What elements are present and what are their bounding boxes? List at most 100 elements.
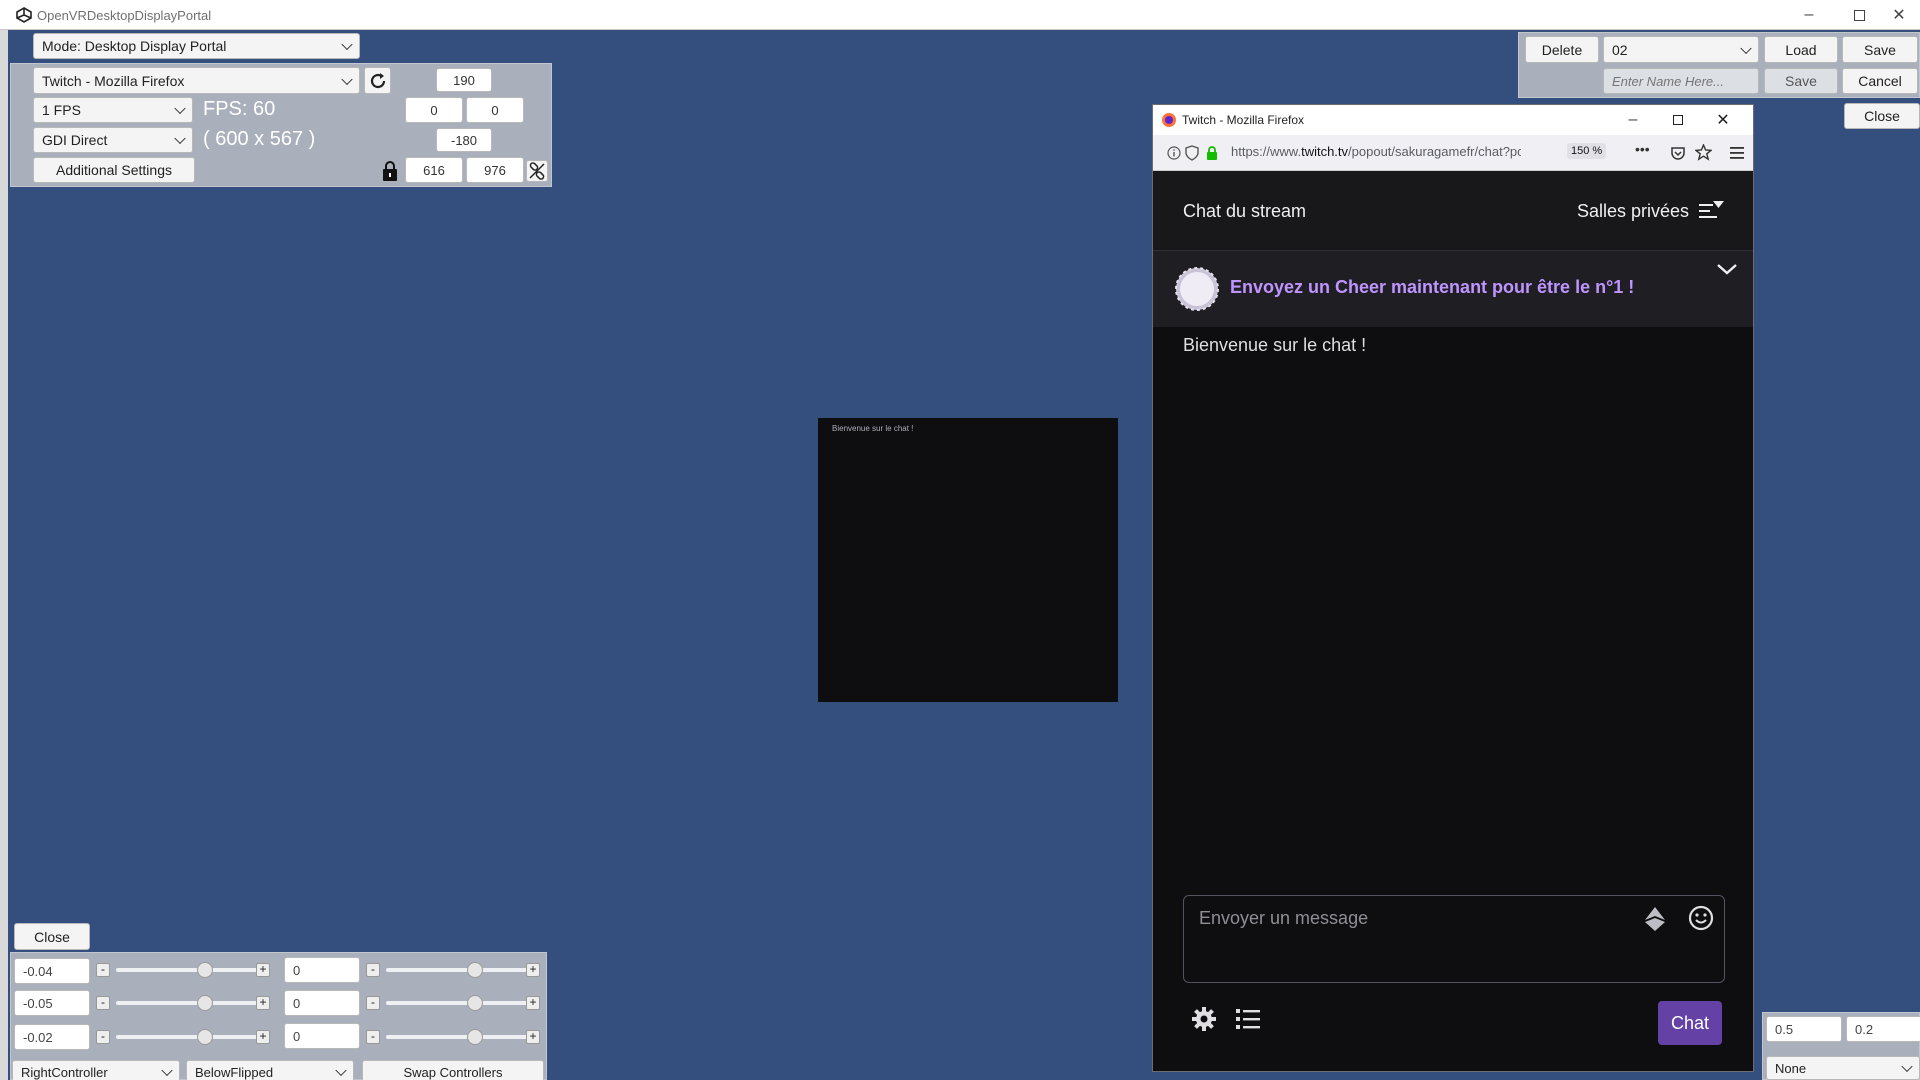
window-dropdown[interactable]: Twitch - Mozilla Firefox [33,67,360,94]
fps-label: FPS: 60 [203,98,276,120]
offset-right-field[interactable]: 0 [284,957,360,983]
ff-minimize-button[interactable]: – [1613,105,1653,135]
left-offset-slider[interactable] [116,962,260,978]
offset-close-button[interactable]: Close [14,923,90,950]
right-offset-slider[interactable] [386,1029,530,1045]
gear-icon[interactable] [1191,1006,1217,1032]
unlink-icon [529,162,545,180]
left-slider-minus-button[interactable]: - [96,996,110,1010]
close-panel-button[interactable]: Close [1844,103,1920,129]
hamburger-menu-icon[interactable] [1730,146,1744,160]
refresh-button[interactable] [364,67,391,94]
list-icon[interactable] [1235,1007,1261,1031]
left-slider-minus-button[interactable]: - [96,963,110,977]
cheer-badge-icon [1175,267,1219,311]
height-field[interactable]: 976 [466,157,524,183]
chat-header: Chat du stream Salles privées [1153,171,1753,251]
right-offset-slider[interactable] [386,995,530,1011]
unlink-button[interactable] [526,160,548,182]
slider-thumb[interactable] [196,962,213,978]
left-slider-plus-button[interactable]: + [256,996,270,1010]
url-path: /popout/sakuragamefr/chat?po [1348,144,1521,159]
offset-right-field[interactable]: 0 [284,990,360,1016]
ff-close-button[interactable]: ✕ [1703,105,1743,135]
left-border [0,30,8,1080]
minimize-icon: – [1628,111,1638,128]
save-name-button[interactable]: Save [1764,68,1838,94]
chevron-down-icon [1901,1060,1913,1073]
emote-icon[interactable] [1687,904,1715,932]
rotation-field[interactable]: -180 [436,128,492,152]
controller-dropdown[interactable]: RightController [12,1060,180,1080]
page-actions-icon[interactable]: ••• [1635,141,1650,157]
right-slider-minus-button[interactable]: - [366,996,380,1010]
position-x-field[interactable]: 0 [405,97,463,123]
bottom-right-dropdown[interactable]: None [1766,1056,1920,1080]
rooms-sort-icon[interactable] [1697,199,1725,223]
left-offset-slider[interactable] [116,995,260,1011]
right-slider-minus-button[interactable]: - [366,1030,380,1044]
close-window-button[interactable]: ✕ [1876,0,1920,30]
right-slider-minus-button[interactable]: - [366,963,380,977]
profile-dropdown[interactable]: 02 [1603,36,1759,63]
maximize-icon [1853,9,1865,21]
slider-thumb[interactable] [466,1029,483,1045]
load-profile-button[interactable]: Load [1764,36,1838,63]
scale-a-field[interactable]: 0.5 [1766,1016,1842,1042]
offset-left-field[interactable]: -0.04 [14,958,90,984]
profile-value: 02 [1612,41,1628,58]
cancel-button[interactable]: Cancel [1842,68,1918,94]
collapse-chevron-icon[interactable] [1715,261,1739,277]
position-y-field[interactable]: 0 [466,97,524,123]
slider-thumb[interactable] [466,962,483,978]
close-icon: ✕ [1716,112,1730,129]
slider-thumb[interactable] [466,995,483,1011]
mode-value: Mode: Desktop Display Portal [42,38,227,54]
attach-position-dropdown[interactable]: BelowFlipped [186,1060,354,1080]
firefox-logo-icon [1162,113,1176,127]
slider-thumb[interactable] [196,1029,213,1045]
right-slider-plus-button[interactable]: + [526,1030,540,1044]
chevron-down-icon [335,1064,347,1077]
delete-profile-button[interactable]: Delete [1525,36,1599,63]
pocket-icon[interactable] [1670,145,1686,161]
offset-left-field[interactable]: -0.02 [14,1024,90,1050]
width-field[interactable]: 616 [405,157,463,183]
bits-icon[interactable] [1644,906,1666,932]
lock-toggle[interactable] [380,160,400,182]
chat-message-input[interactable]: Envoyer un message [1183,895,1725,983]
star-icon[interactable] [1695,144,1712,161]
private-rooms-button[interactable]: Salles privées [1577,201,1689,222]
preview-text: Bienvenue sur le chat ! [832,424,914,433]
left-offset-slider[interactable] [116,1029,260,1045]
save-profile-button[interactable]: Save [1842,36,1918,63]
window-value: Twitch - Mozilla Firefox [42,72,185,89]
left-slider-plus-button[interactable]: + [256,963,270,977]
zoom-indicator[interactable]: 150 % [1567,143,1607,159]
chat-send-button[interactable]: Chat [1658,1001,1722,1045]
scale-b-field[interactable]: 0.2 [1846,1016,1920,1042]
capture-method-dropdown[interactable]: GDI Direct [33,127,193,153]
firefox-title-bar: Twitch - Mozilla Firefox – ✕ [1153,105,1753,135]
right-slider-plus-button[interactable]: + [526,963,540,977]
firefox-url-bar[interactable]: https://www.twitch.tv/popout/sakuragamef… [1153,135,1753,171]
url-prefix: https://www. [1231,144,1302,159]
url-text[interactable]: https://www.twitch.tv/popout/sakuragamef… [1231,144,1521,159]
minimize-button[interactable]: – [1786,0,1832,30]
slider-thumb[interactable] [196,995,213,1011]
fps-dropdown[interactable]: 1 FPS [33,97,193,123]
right-offset-slider[interactable] [386,962,530,978]
left-slider-plus-button[interactable]: + [256,1030,270,1044]
swap-controllers-button[interactable]: Swap Controllers [362,1060,544,1080]
left-slider-minus-button[interactable]: - [96,1030,110,1044]
profile-name-input[interactable] [1603,68,1759,94]
chevron-down-icon [341,73,353,85]
offset-right-field[interactable]: 0 [284,1023,360,1049]
mode-dropdown[interactable]: Mode: Desktop Display Portal [33,33,360,59]
ff-maximize-button[interactable] [1658,105,1698,135]
value-190-field[interactable]: 190 [436,68,492,92]
right-slider-plus-button[interactable]: + [526,996,540,1010]
additional-settings-button[interactable]: Additional Settings [33,157,195,183]
offset-left-field[interactable]: -0.05 [14,990,90,1016]
chevron-down-icon [1740,42,1752,54]
